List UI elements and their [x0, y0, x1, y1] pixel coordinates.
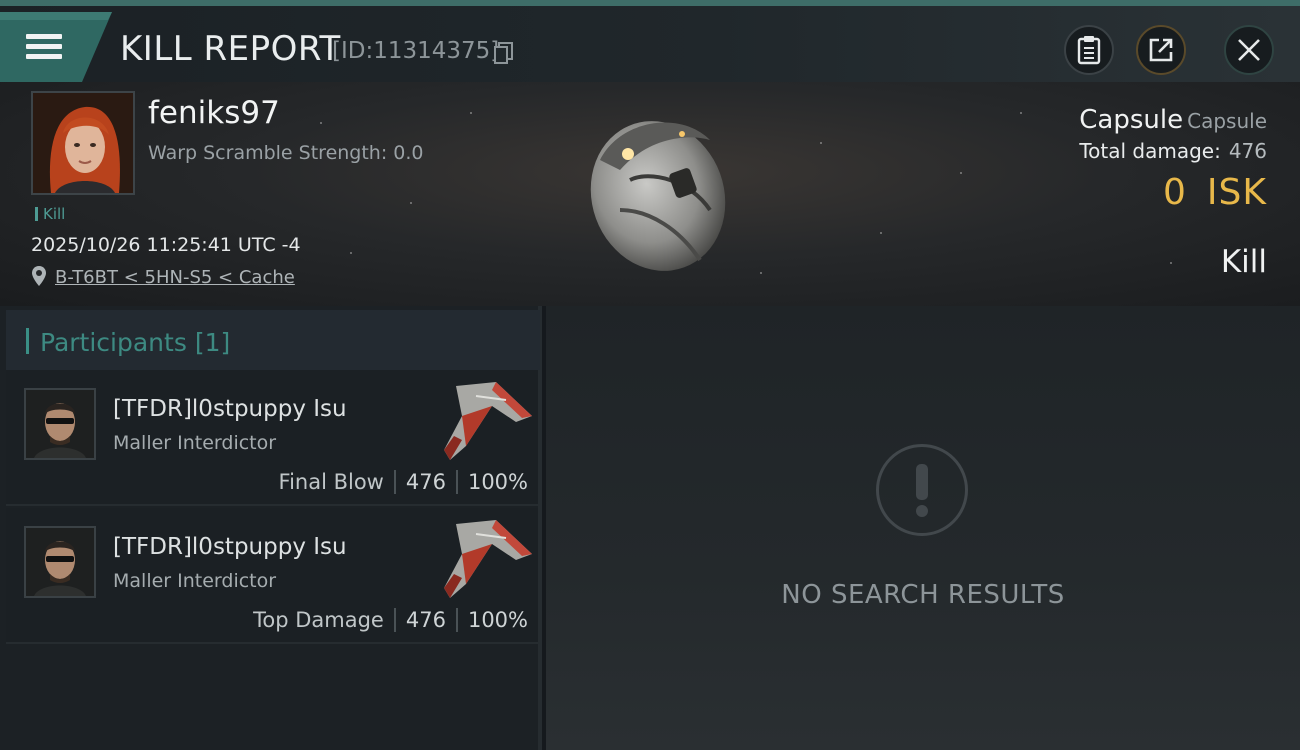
participants-label: Participants	[40, 328, 187, 357]
kill-id: [ID:11314375]	[332, 38, 500, 64]
maller-ship-image	[444, 520, 532, 598]
participant-row[interactable]: [TFDR]l0stpuppy Isu Maller Interdictor T…	[6, 508, 538, 644]
external-link-icon	[1149, 38, 1173, 62]
total-damage-label: Total damage:	[1079, 139, 1221, 163]
total-damage-value: 476	[1228, 139, 1267, 163]
participant-damage: 476	[405, 470, 446, 494]
isk-unit: ISK	[1206, 172, 1267, 213]
location-pin-icon	[32, 266, 46, 286]
victim-avatar-image	[33, 93, 133, 193]
maller-ship-image	[444, 382, 532, 460]
search-results-panel: NO SEARCH RESULTS	[546, 306, 1300, 750]
divider	[393, 608, 396, 632]
victim-portrait[interactable]	[31, 91, 135, 195]
participants-count: [1]	[194, 328, 231, 357]
hamburger-menu-icon[interactable]	[26, 32, 64, 62]
exclamation-icon	[876, 444, 968, 536]
participant-role: Top Damage	[253, 608, 384, 632]
capsule-ship-image	[590, 121, 726, 271]
divider	[455, 608, 458, 632]
header-bar: KILL REPORT [ID:11314375]	[0, 6, 1300, 82]
participant-avatar[interactable]	[24, 388, 96, 460]
close-button[interactable]	[1224, 25, 1274, 75]
participant-row[interactable]: [TFDR]l0stpuppy Isu Maller Interdictor F…	[6, 370, 538, 506]
page-title: KILL REPORT	[120, 29, 341, 69]
victim-name[interactable]: feniks97	[148, 95, 280, 131]
copy-icon[interactable]	[494, 42, 514, 64]
warp-scramble-strength: Warp Scramble Strength: 0.0	[148, 142, 424, 164]
participant-avatar[interactable]	[24, 526, 96, 598]
participant-portrait-image	[26, 390, 94, 458]
total-damage: Total damage: 476	[1079, 139, 1267, 163]
participant-portrait-image	[26, 528, 94, 596]
participants-title: Participants [1]	[40, 328, 230, 357]
participants-panel: Participants [1] [TFDR]l0stpuppy Isu Mal…	[0, 306, 542, 750]
isk-amount: 0	[1163, 172, 1187, 213]
exclamation-glyph	[916, 464, 928, 517]
menu-tab[interactable]	[0, 12, 112, 82]
participant-name[interactable]: [TFDR]l0stpuppy Isu	[113, 396, 347, 422]
kill-summary-banner: feniks97 Warp Scramble Strength: 0.0 Kil…	[0, 82, 1300, 306]
participants-header: Participants [1]	[6, 310, 540, 370]
victim-ship-type: Capsule Capsule	[1079, 105, 1267, 135]
no-results-message: NO SEARCH RESULTS	[781, 580, 1065, 610]
kill-tag: Kill	[35, 205, 65, 223]
clipboard-button[interactable]	[1064, 25, 1114, 75]
participant-name[interactable]: [TFDR]l0stpuppy Isu	[113, 534, 347, 560]
kill-datetime: 2025/10/26 11:25:41 UTC -4	[31, 234, 301, 256]
share-button[interactable]	[1136, 25, 1186, 75]
participants-header-accent	[26, 328, 29, 354]
kill-location-link[interactable]: B-T6BT < 5HN-S5 < Cache	[55, 267, 295, 288]
isk-value: 0 ISK	[1163, 172, 1267, 213]
ship-class: Capsule	[1187, 109, 1267, 133]
participant-stats: Top Damage 476 100%	[253, 608, 528, 632]
divider	[455, 470, 458, 494]
ship-name: Capsule	[1079, 105, 1184, 135]
participant-damage: 476	[405, 608, 446, 632]
close-icon	[1238, 39, 1260, 61]
divider	[393, 470, 396, 494]
participant-stats: Final Blow 476 100%	[279, 470, 528, 494]
participant-percent: 100%	[467, 608, 528, 632]
participant-role: Final Blow	[278, 470, 384, 494]
participant-ship: Maller Interdictor	[113, 570, 277, 592]
kill-result: Kill	[1220, 244, 1267, 280]
clipboard-icon	[1077, 36, 1101, 65]
participant-percent: 100%	[467, 470, 528, 494]
participant-ship: Maller Interdictor	[113, 432, 277, 454]
